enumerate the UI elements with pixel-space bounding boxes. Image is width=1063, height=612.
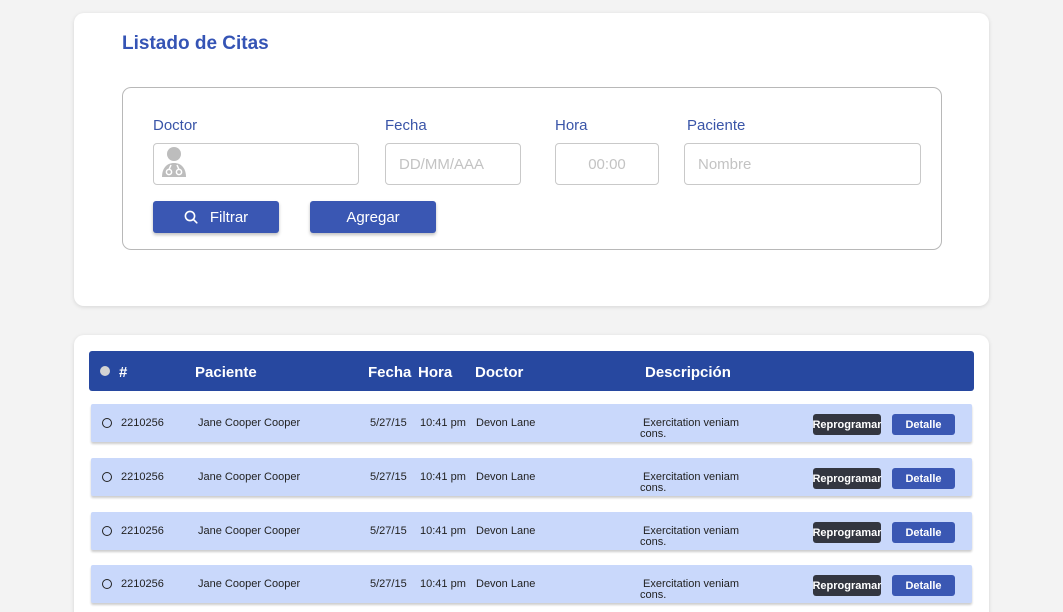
detalle-button[interactable]: Detalle — [892, 575, 955, 596]
cell-hora: 10:41 pm — [420, 578, 466, 590]
desc-line: cons. — [640, 482, 667, 494]
cell-paciente: Jane Cooper Cooper — [198, 417, 301, 429]
filter-box: Doctor Fecha Hora Paciente DD/MM/AAA 00:… — [122, 87, 942, 250]
cell-doctor: Devon Lane — [476, 417, 536, 429]
detalle-button[interactable]: Detalle — [892, 522, 955, 543]
cell-paciente: Jane Cooper Cooper — [198, 525, 301, 537]
cell-paciente: Jane Cooper Cooper — [198, 578, 301, 590]
filtrar-button[interactable]: Filtrar — [153, 201, 279, 233]
select-all-radio[interactable] — [100, 366, 110, 376]
cell-id: 2210256 — [121, 525, 164, 537]
cell-fecha: 5/27/15 — [370, 525, 407, 537]
cell-hora: 10:41 pm — [420, 525, 466, 537]
cell-fecha: 5/27/15 — [370, 417, 407, 429]
table-row: 2210256 Jane Cooper Cooper 5/27/15 10:41… — [91, 512, 972, 550]
paciente-input[interactable]: Nombre — [684, 143, 921, 185]
hora-label: Hora — [555, 117, 588, 134]
cell-descripcion: Exercitation veniam cons. — [640, 579, 739, 601]
col-doctor: Doctor — [475, 364, 524, 381]
col-paciente: Paciente — [195, 364, 257, 381]
cell-hora: 10:41 pm — [420, 417, 466, 429]
doctor-label: Doctor — [153, 117, 198, 134]
col-hora: Hora — [418, 364, 453, 381]
table-row: 2210256 Jane Cooper Cooper 5/27/15 10:41… — [91, 458, 972, 496]
row-radio[interactable] — [102, 418, 112, 428]
col-fecha: Fecha — [368, 364, 412, 381]
cell-descripcion: Exercitation veniam cons. — [640, 526, 739, 548]
filter-card: Listado de Citas Doctor Fecha Hora Pacie… — [74, 13, 989, 306]
cell-doctor: Devon Lane — [476, 525, 536, 537]
doctor-select[interactable] — [153, 143, 359, 185]
hora-input[interactable]: 00:00 — [555, 143, 659, 185]
table-header: # Paciente Fecha Hora Doctor Descripción — [89, 351, 974, 391]
filtrar-label: Filtrar — [209, 208, 249, 226]
cell-doctor: Devon Lane — [476, 578, 536, 590]
row-radio[interactable] — [102, 579, 112, 589]
reprogramar-button[interactable]: Reprogramar — [812, 468, 882, 489]
cell-descripcion: Exercitation veniam cons. — [640, 418, 739, 440]
reprogramar-button[interactable]: Reprogramar — [812, 522, 882, 543]
agregar-button[interactable]: Agregar — [310, 201, 436, 233]
page-title: Listado de Citas — [122, 33, 269, 54]
detalle-button[interactable]: Detalle — [892, 414, 955, 435]
table-row: 2210256 Jane Cooper Cooper 5/27/15 10:41… — [91, 565, 972, 603]
table-row: 2210256 Jane Cooper Cooper 5/27/15 10:41… — [91, 404, 972, 442]
search-icon — [184, 210, 198, 224]
cell-doctor: Devon Lane — [476, 471, 536, 483]
reprogramar-button[interactable]: Reprogramar — [812, 575, 882, 596]
paciente-label: Paciente — [687, 117, 746, 134]
cell-id: 2210256 — [121, 578, 164, 590]
desc-line: cons. — [640, 589, 667, 601]
desc-line: cons. — [640, 428, 667, 440]
col-descripcion: Descripción — [645, 364, 731, 381]
appointments-table-card: # Paciente Fecha Hora Doctor Descripción… — [74, 335, 989, 612]
row-radio[interactable] — [102, 526, 112, 536]
cell-hora: 10:41 pm — [420, 471, 466, 483]
detalle-button[interactable]: Detalle — [892, 468, 955, 489]
cell-fecha: 5/27/15 — [370, 578, 407, 590]
reprogramar-button[interactable]: Reprogramar — [812, 414, 882, 435]
cell-id: 2210256 — [121, 417, 164, 429]
cell-id: 2210256 — [121, 471, 164, 483]
fecha-input[interactable]: DD/MM/AAA — [385, 143, 521, 185]
doctor-icon — [160, 146, 188, 182]
cell-fecha: 5/27/15 — [370, 471, 407, 483]
desc-line: cons. — [640, 536, 667, 548]
cell-descripcion: Exercitation veniam cons. — [640, 472, 739, 494]
fecha-label: Fecha — [385, 117, 427, 134]
row-radio[interactable] — [102, 472, 112, 482]
cell-paciente: Jane Cooper Cooper — [198, 471, 301, 483]
col-id: # — [119, 364, 128, 381]
